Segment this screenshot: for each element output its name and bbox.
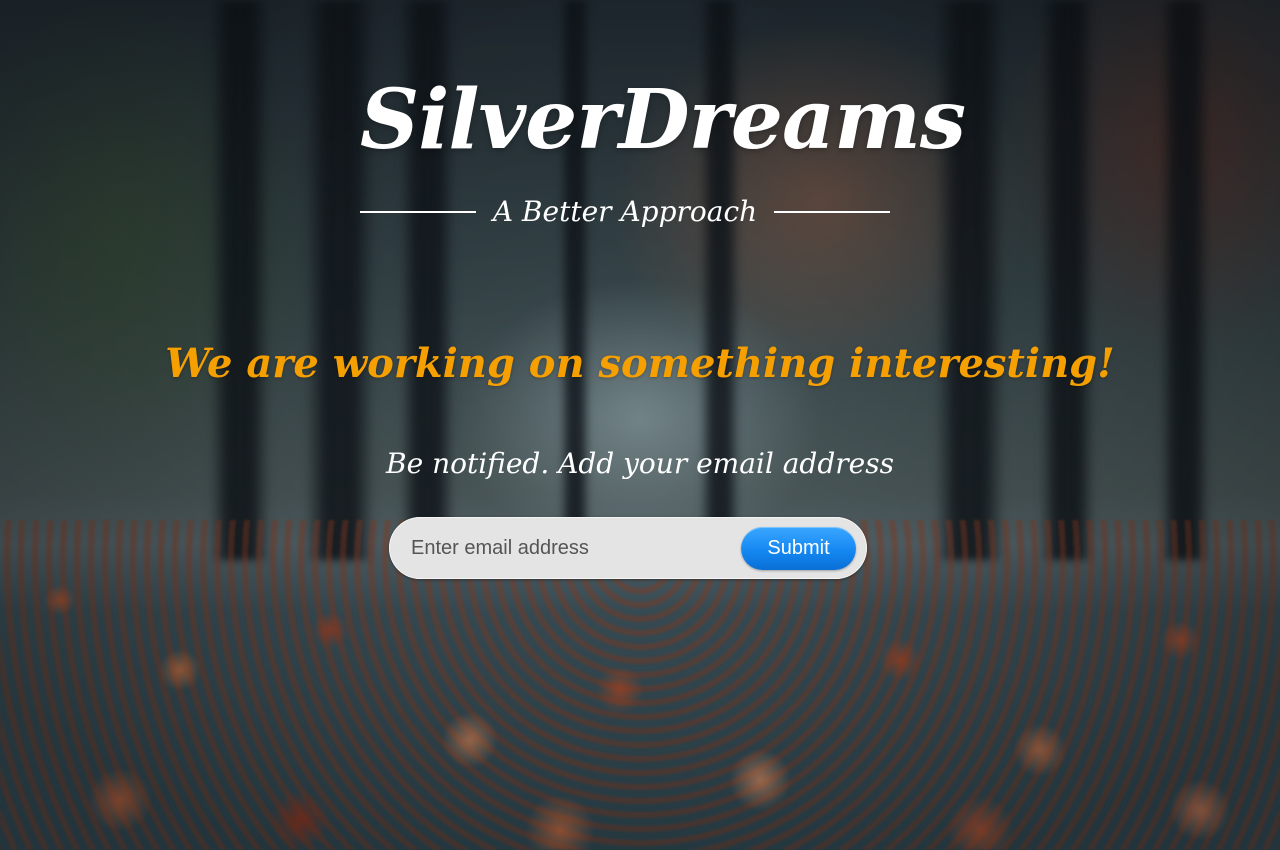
tagline-rule-right [773,211,890,213]
submit-button[interactable]: Submit [741,527,856,570]
page-headline: We are working on something interesting! [165,340,1115,387]
landing-content: SilverDreams A Better Approach We are wo… [0,0,1280,850]
brand-logo: SilverDreams [360,72,966,168]
tagline-row: A Better Approach [360,190,890,234]
brand-tagline: A Better Approach [492,195,758,228]
email-signup-form: Submit [389,517,867,579]
email-input[interactable] [411,528,731,568]
notify-text: Be notified. Add your email address [386,447,894,480]
tagline-rule-left [360,211,476,213]
